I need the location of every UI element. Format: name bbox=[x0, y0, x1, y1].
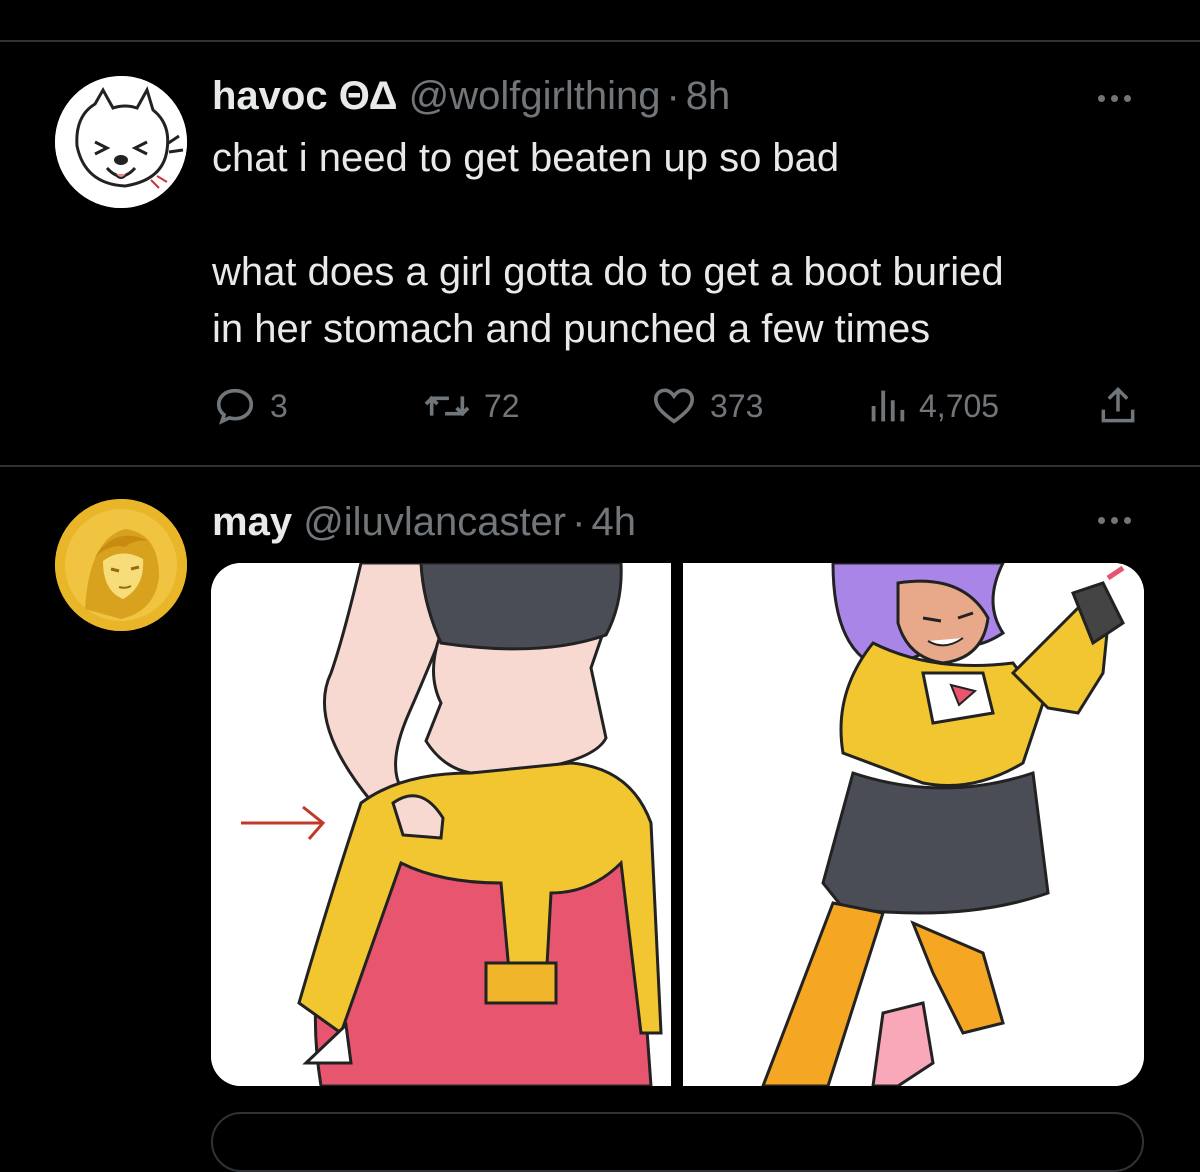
display-name[interactable]: may bbox=[212, 500, 292, 544]
tweet-text: chat i need to get beaten up so bad what… bbox=[212, 130, 1152, 358]
like-button[interactable]: 373 bbox=[650, 383, 763, 429]
views-icon bbox=[871, 390, 905, 422]
reply-button[interactable]: 3 bbox=[212, 383, 288, 429]
media-image-right[interactable] bbox=[683, 563, 1144, 1086]
anime-avatar-drawing bbox=[55, 499, 187, 631]
retweet-icon bbox=[424, 395, 470, 417]
user-handle[interactable]: @wolfgirlthing bbox=[409, 74, 661, 118]
wolf-avatar-drawing bbox=[55, 76, 187, 208]
views-button[interactable]: 4,705 bbox=[867, 383, 999, 429]
reply-count: 3 bbox=[270, 387, 288, 424]
tweet-header: havoc ΘΔ @wolfgirlthing · 8h bbox=[212, 72, 730, 120]
separator: · bbox=[666, 74, 680, 118]
tweet-text-line: in her stomach and punched a few times bbox=[212, 307, 931, 351]
media-grid[interactable] bbox=[211, 563, 1144, 1086]
display-name[interactable]: havoc ΘΔ bbox=[212, 74, 398, 118]
share-button[interactable] bbox=[1096, 383, 1140, 429]
reply-icon bbox=[216, 388, 254, 425]
tweet-text-line: chat i need to get beaten up so bad bbox=[212, 136, 840, 180]
timestamp[interactable]: 8h bbox=[686, 74, 731, 118]
avatar[interactable] bbox=[55, 76, 187, 208]
more-icon[interactable] bbox=[1098, 88, 1142, 108]
media-image-left[interactable] bbox=[211, 563, 671, 1086]
share-icon bbox=[1101, 387, 1135, 423]
retweet-count: 72 bbox=[484, 387, 520, 424]
retweet-button[interactable]: 72 bbox=[422, 383, 520, 429]
user-handle[interactable]: @iluvlancaster bbox=[303, 500, 566, 544]
timestamp[interactable]: 4h bbox=[591, 500, 636, 544]
like-count: 373 bbox=[710, 387, 764, 424]
separator: · bbox=[572, 500, 586, 544]
quoted-card[interactable] bbox=[211, 1112, 1144, 1172]
like-icon bbox=[653, 388, 695, 424]
tweet-header: may @iluvlancaster · 4h bbox=[212, 498, 636, 546]
illustration-waist bbox=[211, 563, 671, 1086]
avatar[interactable] bbox=[55, 499, 187, 631]
views-count: 4,705 bbox=[919, 387, 1000, 424]
more-icon[interactable] bbox=[1098, 510, 1142, 530]
tweet-havoc[interactable]: havoc ΘΔ @wolfgirlthing · 8h chat i need t… bbox=[0, 0, 1200, 466]
illustration-character bbox=[683, 563, 1144, 1086]
tweet-text-line: what does a girl gotta do to get a boot … bbox=[212, 250, 1004, 294]
action-bar: 3 72 373 4,705 bbox=[212, 383, 1152, 427]
